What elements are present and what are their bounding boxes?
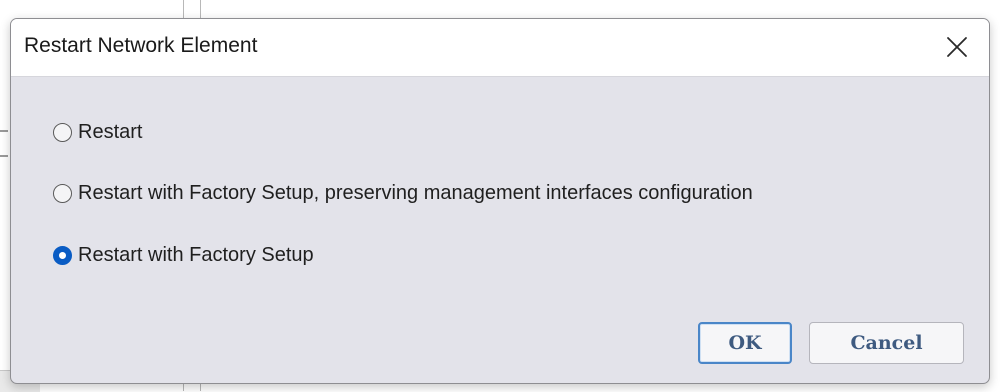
radio-option-restart-factory[interactable]: Restart with Factory Setup: [53, 244, 314, 267]
radio-option-restart[interactable]: Restart: [53, 121, 142, 144]
close-button[interactable]: [931, 22, 983, 72]
close-icon: [947, 37, 967, 57]
dialog-title-bar: Restart Network Element: [11, 19, 989, 77]
radio-label-restart-factory: Restart with Factory Setup: [78, 244, 314, 266]
radio-label-restart: Restart: [78, 121, 143, 143]
radio-button-restart-factory-preserve[interactable]: [53, 184, 72, 203]
background-tick: [0, 155, 8, 157]
radio-option-restart-factory-preserve[interactable]: Restart with Factory Setup, preserving m…: [53, 182, 753, 205]
dialog-title: Restart Network Element: [24, 34, 258, 57]
background-splitter: [183, 0, 184, 18]
radio-label-restart-factory-preserve: Restart with Factory Setup, preserving m…: [78, 182, 753, 204]
restart-network-element-dialog: Restart Network Element Restart Restart …: [10, 18, 990, 384]
radio-button-restart-factory[interactable]: [53, 246, 72, 265]
cancel-button[interactable]: Cancel: [809, 322, 964, 364]
background-splitter: [183, 384, 184, 391]
ok-button[interactable]: OK: [698, 322, 792, 364]
background-tick: [0, 130, 8, 132]
background-splitter: [200, 0, 201, 18]
radio-button-restart[interactable]: [53, 123, 72, 142]
background-splitter: [200, 384, 201, 391]
